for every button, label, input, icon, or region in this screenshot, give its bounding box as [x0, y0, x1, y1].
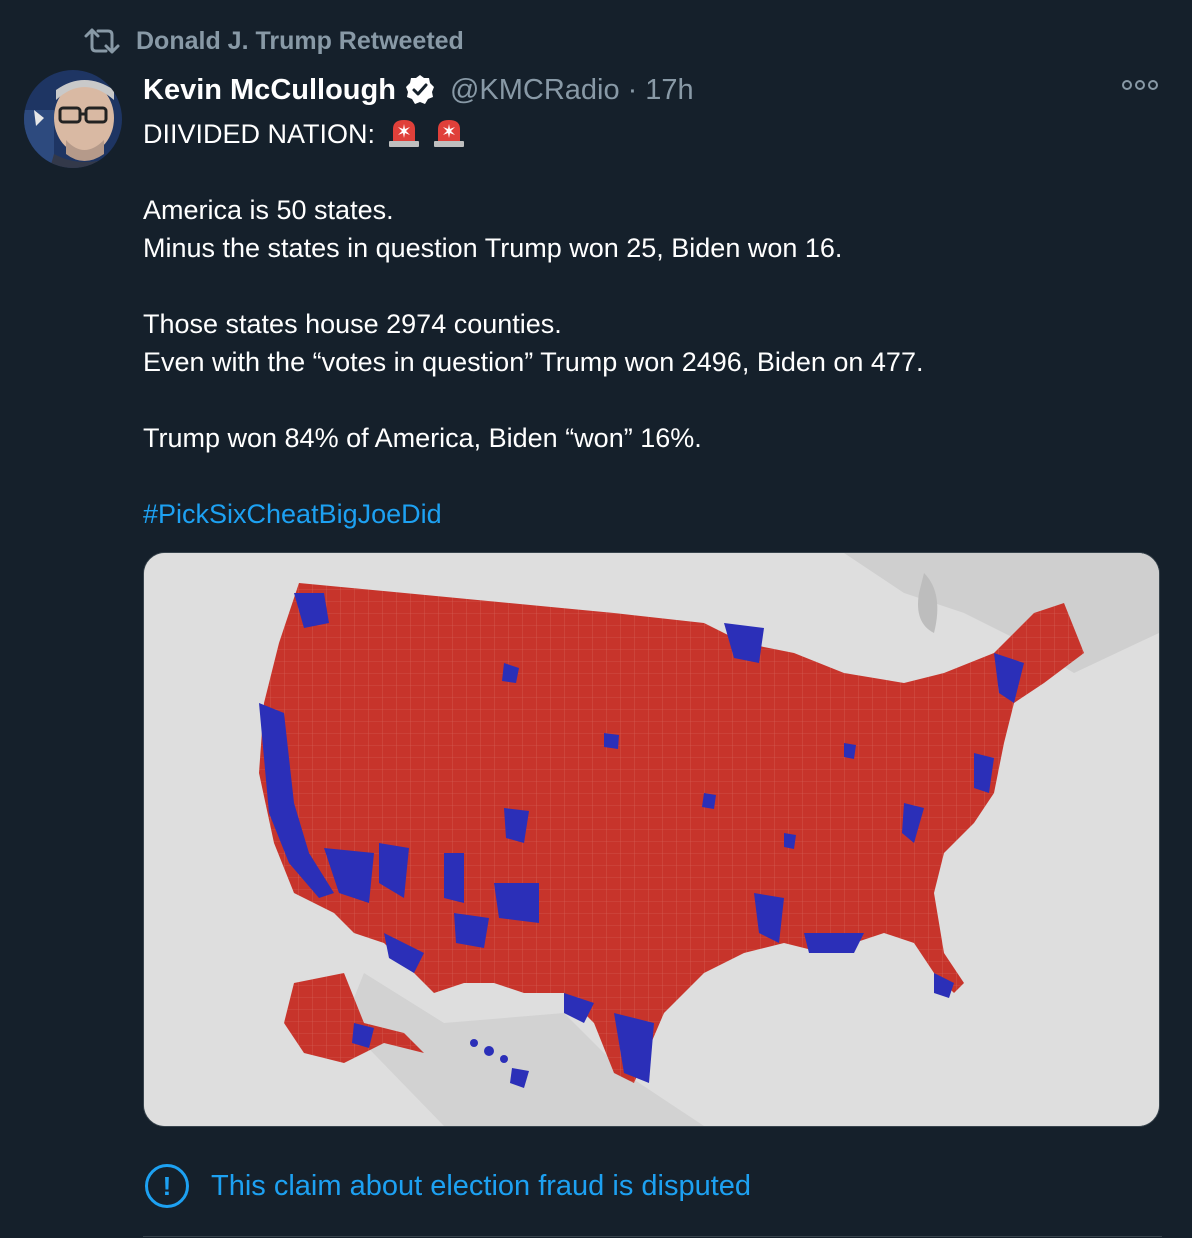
tweet-line: Those states house 2974 counties.: [143, 309, 562, 339]
tweet-line: Even with the “votes in question” Trump …: [143, 347, 924, 377]
retweet-indicator[interactable]: Donald J. Trump Retweeted: [82, 26, 464, 56]
divider: [143, 1236, 1162, 1237]
more-options-icon[interactable]: [1122, 80, 1158, 90]
tweet-header: Kevin McCullough @KMCRadio · 17h: [143, 70, 694, 110]
author-handle[interactable]: @KMCRadio: [450, 74, 620, 107]
timestamp[interactable]: 17h: [645, 74, 693, 107]
retweet-icon: [84, 28, 120, 54]
tweet-line: Minus the states in question Trump won 2…: [143, 233, 843, 263]
us-county-map-image: [144, 553, 1159, 1126]
tweet-line: America is 50 states.: [143, 195, 394, 225]
tweet-text: DIIVIDED NATION: America is 50 states. M…: [143, 115, 1143, 533]
separator-dot: ·: [627, 73, 638, 106]
police-siren-icon: [434, 120, 465, 147]
exclamation-circle-icon: !: [145, 1164, 189, 1208]
police-siren-icon: [388, 120, 419, 147]
author-name[interactable]: Kevin McCullough: [143, 74, 396, 107]
tweet-media-map[interactable]: [143, 552, 1160, 1127]
verified-badge-icon: [405, 75, 434, 104]
hashtag-link[interactable]: #PickSixCheatBigJoeDid: [143, 499, 442, 529]
tweet-line: DIIVIDED NATION:: [143, 115, 1143, 153]
tweet-line: Trump won 84% of America, Biden “won” 16…: [143, 423, 702, 453]
disputed-claim-notice[interactable]: ! This claim about election fraud is dis…: [145, 1161, 751, 1211]
disputed-claim-text: This claim about election fraud is dispu…: [211, 1169, 752, 1202]
retweet-label: Donald J. Trump Retweeted: [136, 26, 464, 55]
avatar[interactable]: [24, 70, 122, 168]
